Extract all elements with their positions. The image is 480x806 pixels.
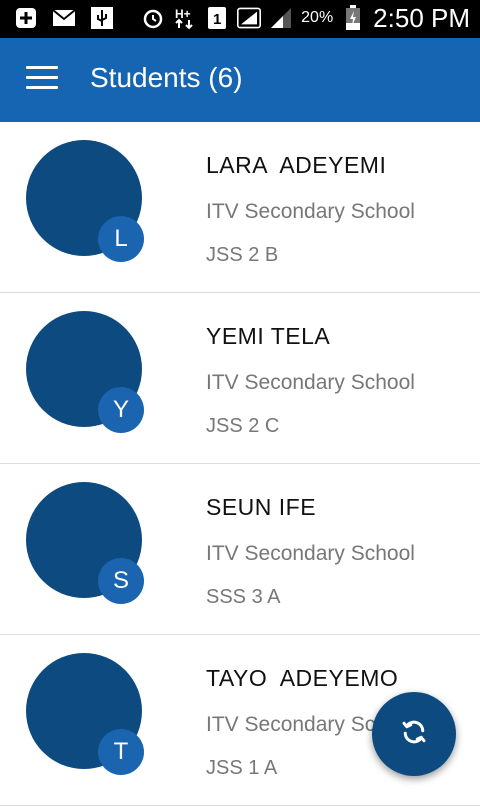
student-school: ITV Secondary School	[206, 200, 415, 223]
alarm-icon	[141, 6, 165, 30]
student-list-item[interactable]: Y YEMI TELA ITV Secondary School JSS 2 C	[0, 293, 480, 464]
student-list-item[interactable]: L LARA ADEYEMI ITV Secondary School JSS …	[0, 122, 480, 293]
refresh-button[interactable]	[372, 692, 456, 776]
student-name: YEMI TELA	[206, 323, 331, 349]
add-box-icon	[14, 6, 38, 30]
signal-full-icon	[237, 6, 262, 30]
app-bar: Students (6)	[0, 38, 480, 122]
initial-badge: S	[98, 558, 144, 604]
svg-text:H+: H+	[175, 7, 191, 21]
student-name: LARA ADEYEMI	[206, 152, 387, 178]
battery-percent: 20%	[301, 9, 334, 26]
initial-badge: T	[98, 729, 144, 775]
initial-badge: L	[98, 216, 144, 262]
clock-time: 2:50 PM	[373, 3, 470, 33]
battery-charging-icon	[341, 5, 365, 30]
student-school: ITV Secondary School	[206, 542, 415, 565]
student-class: JSS 2 B	[206, 244, 279, 266]
status-bar: H+ 1 20% 2:50 PM	[0, 0, 480, 38]
initial-badge: Y	[98, 387, 144, 433]
student-name: SEUN IFE	[206, 494, 317, 520]
student-list-item[interactable]: S SEUN IFE ITV Secondary School SSS 3 A	[0, 464, 480, 635]
mail-icon	[52, 6, 76, 30]
signal-partial-icon	[269, 6, 293, 30]
page-title: Students (6)	[90, 62, 243, 93]
student-class: SSS 3 A	[206, 586, 281, 608]
svg-text:1: 1	[213, 11, 221, 28]
student-class: JSS 2 C	[206, 415, 280, 437]
student-class: JSS 1 A	[206, 757, 278, 779]
hamburger-menu-icon[interactable]	[26, 66, 58, 92]
student-school: ITV Secondary School	[206, 371, 415, 394]
usb-icon	[90, 6, 114, 30]
sim-1-icon: 1	[205, 6, 229, 30]
student-name: TAYO ADEYEMO	[206, 665, 399, 691]
data-transfer-icon: H+	[173, 6, 197, 30]
refresh-icon	[399, 717, 429, 752]
